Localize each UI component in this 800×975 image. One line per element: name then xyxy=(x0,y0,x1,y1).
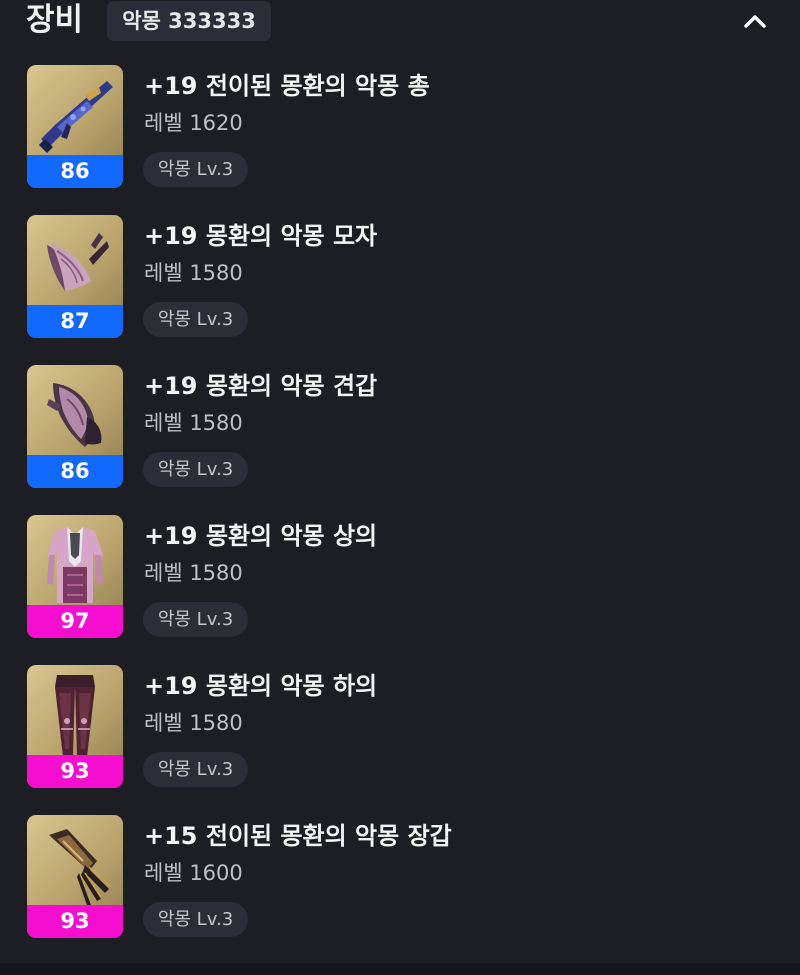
item-name: +19 전이된 몽환의 악몽 총 xyxy=(144,72,430,100)
item-name: +19 몽환의 악몽 하의 xyxy=(144,672,378,700)
equipment-item[interactable]: 87 +19 몽환의 악몽 모자 레벨 1580 악몽 Lv.3 xyxy=(0,215,800,365)
item-level: 레벨 1580 xyxy=(144,411,243,435)
set-effect-badge: 악몽 333333 xyxy=(107,1,271,41)
grade-badge: 악몽 Lv.3 xyxy=(143,902,248,937)
item-level: 레벨 1620 xyxy=(144,111,243,135)
grade-badge: 악몽 Lv.3 xyxy=(143,452,248,487)
quality-badge: 93 xyxy=(27,755,123,788)
item-level: 레벨 1580 xyxy=(144,711,243,735)
grade-badge: 악몽 Lv.3 xyxy=(143,302,248,337)
equipment-header: 장비 악몽 333333 xyxy=(0,0,800,46)
equipment-thumbnail: 93 xyxy=(27,815,123,938)
equipment-list: 86 +19 전이된 몽환의 악몽 총 레벨 1620 악몽 Lv.3 87 +… xyxy=(0,65,800,965)
equipment-item[interactable]: 86 +19 몽환의 악몽 견갑 레벨 1580 악몽 Lv.3 xyxy=(0,365,800,515)
equipment-thumbnail: 87 xyxy=(27,215,123,338)
quality-badge: 86 xyxy=(27,455,123,488)
item-level: 레벨 1600 xyxy=(144,861,243,885)
item-level: 레벨 1580 xyxy=(144,561,243,585)
item-name: +19 몽환의 악몽 상의 xyxy=(144,522,378,550)
grade-badge: 악몽 Lv.3 xyxy=(143,752,248,787)
item-name: +19 몽환의 악몽 견갑 xyxy=(144,372,378,400)
item-level: 레벨 1580 xyxy=(144,261,243,285)
bottom-divider xyxy=(0,963,800,975)
grade-badge: 악몽 Lv.3 xyxy=(143,152,248,187)
section-title: 장비 xyxy=(26,2,84,38)
quality-badge: 87 xyxy=(27,305,123,338)
quality-badge: 97 xyxy=(27,605,123,638)
equipment-thumbnail: 86 xyxy=(27,65,123,188)
equipment-item[interactable]: 93 +15 전이된 몽환의 악몽 장갑 레벨 1600 악몽 Lv.3 xyxy=(0,815,800,965)
collapse-button[interactable] xyxy=(738,6,772,36)
item-name: +15 전이된 몽환의 악몽 장갑 xyxy=(144,822,452,850)
grade-badge: 악몽 Lv.3 xyxy=(143,602,248,637)
chevron-up-icon xyxy=(744,15,766,28)
quality-badge: 93 xyxy=(27,905,123,938)
equipment-thumbnail: 86 xyxy=(27,365,123,488)
equipment-item[interactable]: 86 +19 전이된 몽환의 악몽 총 레벨 1620 악몽 Lv.3 xyxy=(0,65,800,215)
quality-badge: 86 xyxy=(27,155,123,188)
equipment-thumbnail: 97 xyxy=(27,515,123,638)
equipment-thumbnail: 93 xyxy=(27,665,123,788)
equipment-item[interactable]: 97 +19 몽환의 악몽 상의 레벨 1580 악몽 Lv.3 xyxy=(0,515,800,665)
equipment-item[interactable]: 93 +19 몽환의 악몽 하의 레벨 1580 악몽 Lv.3 xyxy=(0,665,800,815)
item-name: +19 몽환의 악몽 모자 xyxy=(144,222,378,250)
